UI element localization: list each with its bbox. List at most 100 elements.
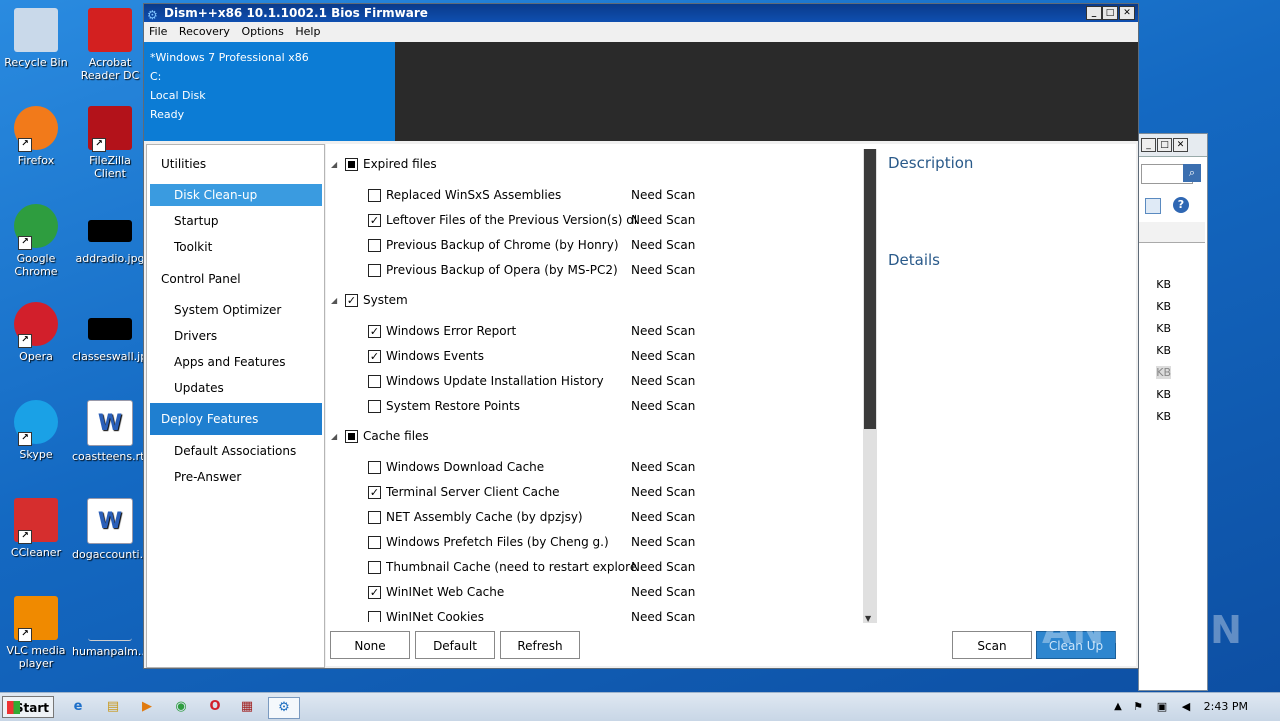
sidebar-item-updates[interactable]: Updates bbox=[174, 381, 224, 395]
item-checkbox[interactable] bbox=[368, 561, 381, 574]
minimize-button[interactable]: _ bbox=[1086, 6, 1102, 20]
desktop-icon[interactable]: ↗ VLC media player bbox=[0, 596, 74, 670]
scrollbar-thumb[interactable] bbox=[864, 149, 876, 429]
item-checkbox[interactable] bbox=[368, 611, 381, 622]
sidebar-item-system-optimizer[interactable]: System Optimizer bbox=[174, 303, 281, 317]
cleanup-item-row[interactable]: Windows Update Installation History Need … bbox=[326, 372, 846, 392]
desktop-icon[interactable]: classeswall.jpg bbox=[72, 302, 154, 363]
desktop-icon[interactable]: addradio.jpg bbox=[72, 204, 148, 265]
cleanup-item-row[interactable]: ✓ Windows Error Report Need Scan bbox=[326, 322, 846, 342]
default-button[interactable]: Default bbox=[415, 631, 495, 659]
item-checkbox[interactable] bbox=[368, 511, 381, 524]
volume-icon[interactable]: ◀ bbox=[1176, 697, 1196, 717]
help-icon[interactable]: ? bbox=[1173, 197, 1189, 213]
maximize-button[interactable]: □ bbox=[1102, 6, 1118, 20]
item-checkbox[interactable] bbox=[368, 264, 381, 277]
item-checkbox[interactable] bbox=[368, 239, 381, 252]
none-button[interactable]: None bbox=[330, 631, 410, 659]
cleanup-item-row[interactable]: ✓ Terminal Server Client Cache Need Scan bbox=[326, 483, 846, 503]
item-checkbox[interactable]: ✓ bbox=[368, 214, 381, 227]
expand-triangle-icon[interactable]: ◢ bbox=[331, 160, 337, 169]
scan-button[interactable]: Scan bbox=[952, 631, 1032, 659]
menu-help[interactable]: Help bbox=[295, 25, 320, 38]
category-row[interactable]: ◢ Cache files bbox=[326, 428, 846, 448]
window-titlebar[interactable]: ⚙ Dism++x86 10.1.1002.1 Bios Firmware _ … bbox=[144, 4, 1138, 22]
pane-icon[interactable] bbox=[1145, 198, 1161, 214]
sidebar-group-utilities[interactable]: Utilities bbox=[161, 157, 206, 171]
desktop-icon[interactable]: ↗ Skype bbox=[0, 400, 74, 461]
cleanup-item-row[interactable]: Thumbnail Cache (need to restart explore… bbox=[326, 558, 846, 578]
scroll-down-icon[interactable]: ▼ bbox=[865, 614, 871, 623]
dism-window[interactable]: ⚙ Dism++x86 10.1.1002.1 Bios Firmware _ … bbox=[143, 3, 1139, 669]
start-button[interactable]: Start bbox=[2, 696, 54, 718]
item-checkbox[interactable]: ✓ bbox=[368, 586, 381, 599]
cleanup-item-row[interactable]: Windows Download Cache Need Scan bbox=[326, 458, 846, 478]
cleanup-item-row[interactable]: Replaced WinSxS Assemblies Need Scan bbox=[326, 186, 846, 206]
item-checkbox[interactable]: ✓ bbox=[368, 486, 381, 499]
item-checkbox[interactable] bbox=[368, 400, 381, 413]
menu-recovery[interactable]: Recovery bbox=[179, 25, 230, 38]
sidebar-item-pre-answer[interactable]: Pre-Answer bbox=[174, 470, 241, 484]
cleanup-item-row[interactable]: System Restore Points Need Scan bbox=[326, 397, 846, 417]
minimize-icon[interactable]: _ bbox=[1141, 138, 1156, 152]
sidebar-group-deploy-features[interactable]: Deploy Features bbox=[150, 403, 322, 435]
item-checkbox[interactable] bbox=[368, 536, 381, 549]
item-checkbox[interactable] bbox=[368, 375, 381, 388]
dism-taskbar-button[interactable]: ⚙ bbox=[268, 697, 300, 719]
close-button[interactable]: ✕ bbox=[1119, 6, 1135, 20]
cleanup-item-row[interactable]: ✓ Leftover Files of the Previous Version(… bbox=[326, 211, 846, 231]
sidebar-item-toolkit[interactable]: Toolkit bbox=[174, 240, 212, 254]
sidebar-item-drivers[interactable]: Drivers bbox=[174, 329, 217, 343]
item-checkbox[interactable] bbox=[368, 189, 381, 202]
desktop-icon[interactable]: ↗ Google Chrome bbox=[0, 204, 74, 278]
item-checkbox[interactable]: ✓ bbox=[368, 325, 381, 338]
sidebar-item-apps-and-features[interactable]: Apps and Features bbox=[174, 355, 286, 369]
network-icon[interactable]: ▣ bbox=[1152, 697, 1172, 717]
category-checkbox[interactable]: ✓ bbox=[345, 294, 358, 307]
cleanup-item-row[interactable]: WinINet Cookies Need Scan bbox=[326, 608, 846, 622]
media-player-icon[interactable]: ▶ bbox=[137, 697, 157, 717]
menu-file[interactable]: File bbox=[149, 25, 167, 38]
category-checkbox[interactable] bbox=[345, 158, 358, 171]
desktop-icon[interactable]: ↗ CCleaner bbox=[0, 498, 74, 559]
desktop-icon[interactable]: Acrobat Reader DC bbox=[72, 8, 148, 82]
action-center-icon[interactable]: ⚑ bbox=[1128, 697, 1148, 717]
winrar-taskbar-icon[interactable]: ▦ bbox=[237, 697, 257, 717]
category-row[interactable]: ◢ Expired files bbox=[326, 156, 846, 176]
expand-triangle-icon[interactable]: ◢ bbox=[331, 432, 337, 441]
refresh-button[interactable]: Refresh bbox=[500, 631, 580, 659]
opera-taskbar-icon[interactable]: O bbox=[205, 697, 225, 717]
maximize-icon[interactable]: □ bbox=[1157, 138, 1172, 152]
sidebar-item-startup[interactable]: Startup bbox=[174, 214, 219, 228]
desktop-icon[interactable]: Recycle Bin bbox=[0, 8, 74, 69]
item-checkbox[interactable] bbox=[368, 461, 381, 474]
sidebar-item-disk-cleanup[interactable]: Disk Clean-up bbox=[150, 184, 322, 206]
cleanup-item-row[interactable]: Previous Backup of Opera (by MS-PC2) Need… bbox=[326, 261, 846, 281]
tray-expand-icon[interactable]: ▲ bbox=[1108, 697, 1128, 717]
sidebar-group-control-panel[interactable]: Control Panel bbox=[161, 272, 241, 286]
cleanup-item-row[interactable]: ✓ WinINet Web Cache Need Scan bbox=[326, 583, 846, 603]
desktop-icon[interactable]: Wcoastteens.rtf bbox=[72, 400, 148, 463]
cleanup-item-row[interactable]: ✓ Windows Events Need Scan bbox=[326, 347, 846, 367]
cleanup-scrollbar[interactable]: ▼ bbox=[863, 149, 877, 623]
menu-options[interactable]: Options bbox=[241, 25, 283, 38]
ie-icon[interactable]: e bbox=[68, 697, 88, 717]
chrome-taskbar-icon[interactable]: ◉ bbox=[171, 697, 191, 717]
cleanup-item-row[interactable]: NET Assembly Cache (by dpzjsy) Need Scan bbox=[326, 508, 846, 528]
category-checkbox[interactable] bbox=[345, 430, 358, 443]
expand-triangle-icon[interactable]: ◢ bbox=[331, 296, 337, 305]
column-header[interactable] bbox=[1139, 222, 1205, 243]
session-panel[interactable]: *Windows 7 Professional x86 C: Local Dis… bbox=[144, 42, 395, 141]
desktop-icon[interactable]: ↗ FileZilla Client bbox=[72, 106, 148, 180]
item-checkbox[interactable]: ✓ bbox=[368, 350, 381, 363]
search-icon[interactable]: ⌕ bbox=[1183, 164, 1201, 182]
desktop-icon[interactable]: Wdogaccounti... bbox=[72, 498, 150, 561]
category-row[interactable]: ◢ ✓ System bbox=[326, 292, 846, 312]
desktop-icon[interactable]: ↗ Opera bbox=[0, 302, 74, 363]
close-icon[interactable]: ✕ bbox=[1173, 138, 1188, 152]
explorer-icon[interactable]: ▤ bbox=[103, 697, 123, 717]
cleanup-item-row[interactable]: Windows Prefetch Files (by Cheng g.) Need… bbox=[326, 533, 846, 553]
cleanup-item-row[interactable]: Previous Backup of Chrome (by Honry) Need… bbox=[326, 236, 846, 256]
desktop-icon[interactable]: ↗ Firefox bbox=[0, 106, 74, 167]
sidebar-item-default-associations[interactable]: Default Associations bbox=[174, 444, 296, 458]
